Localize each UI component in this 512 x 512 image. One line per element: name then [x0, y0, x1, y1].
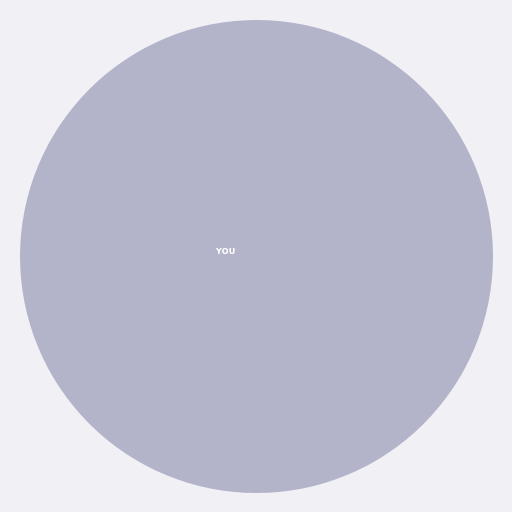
avatar-label: YOU: [216, 247, 236, 256]
avatar[interactable]: [20, 20, 493, 493]
page: YOU: [0, 0, 512, 512]
